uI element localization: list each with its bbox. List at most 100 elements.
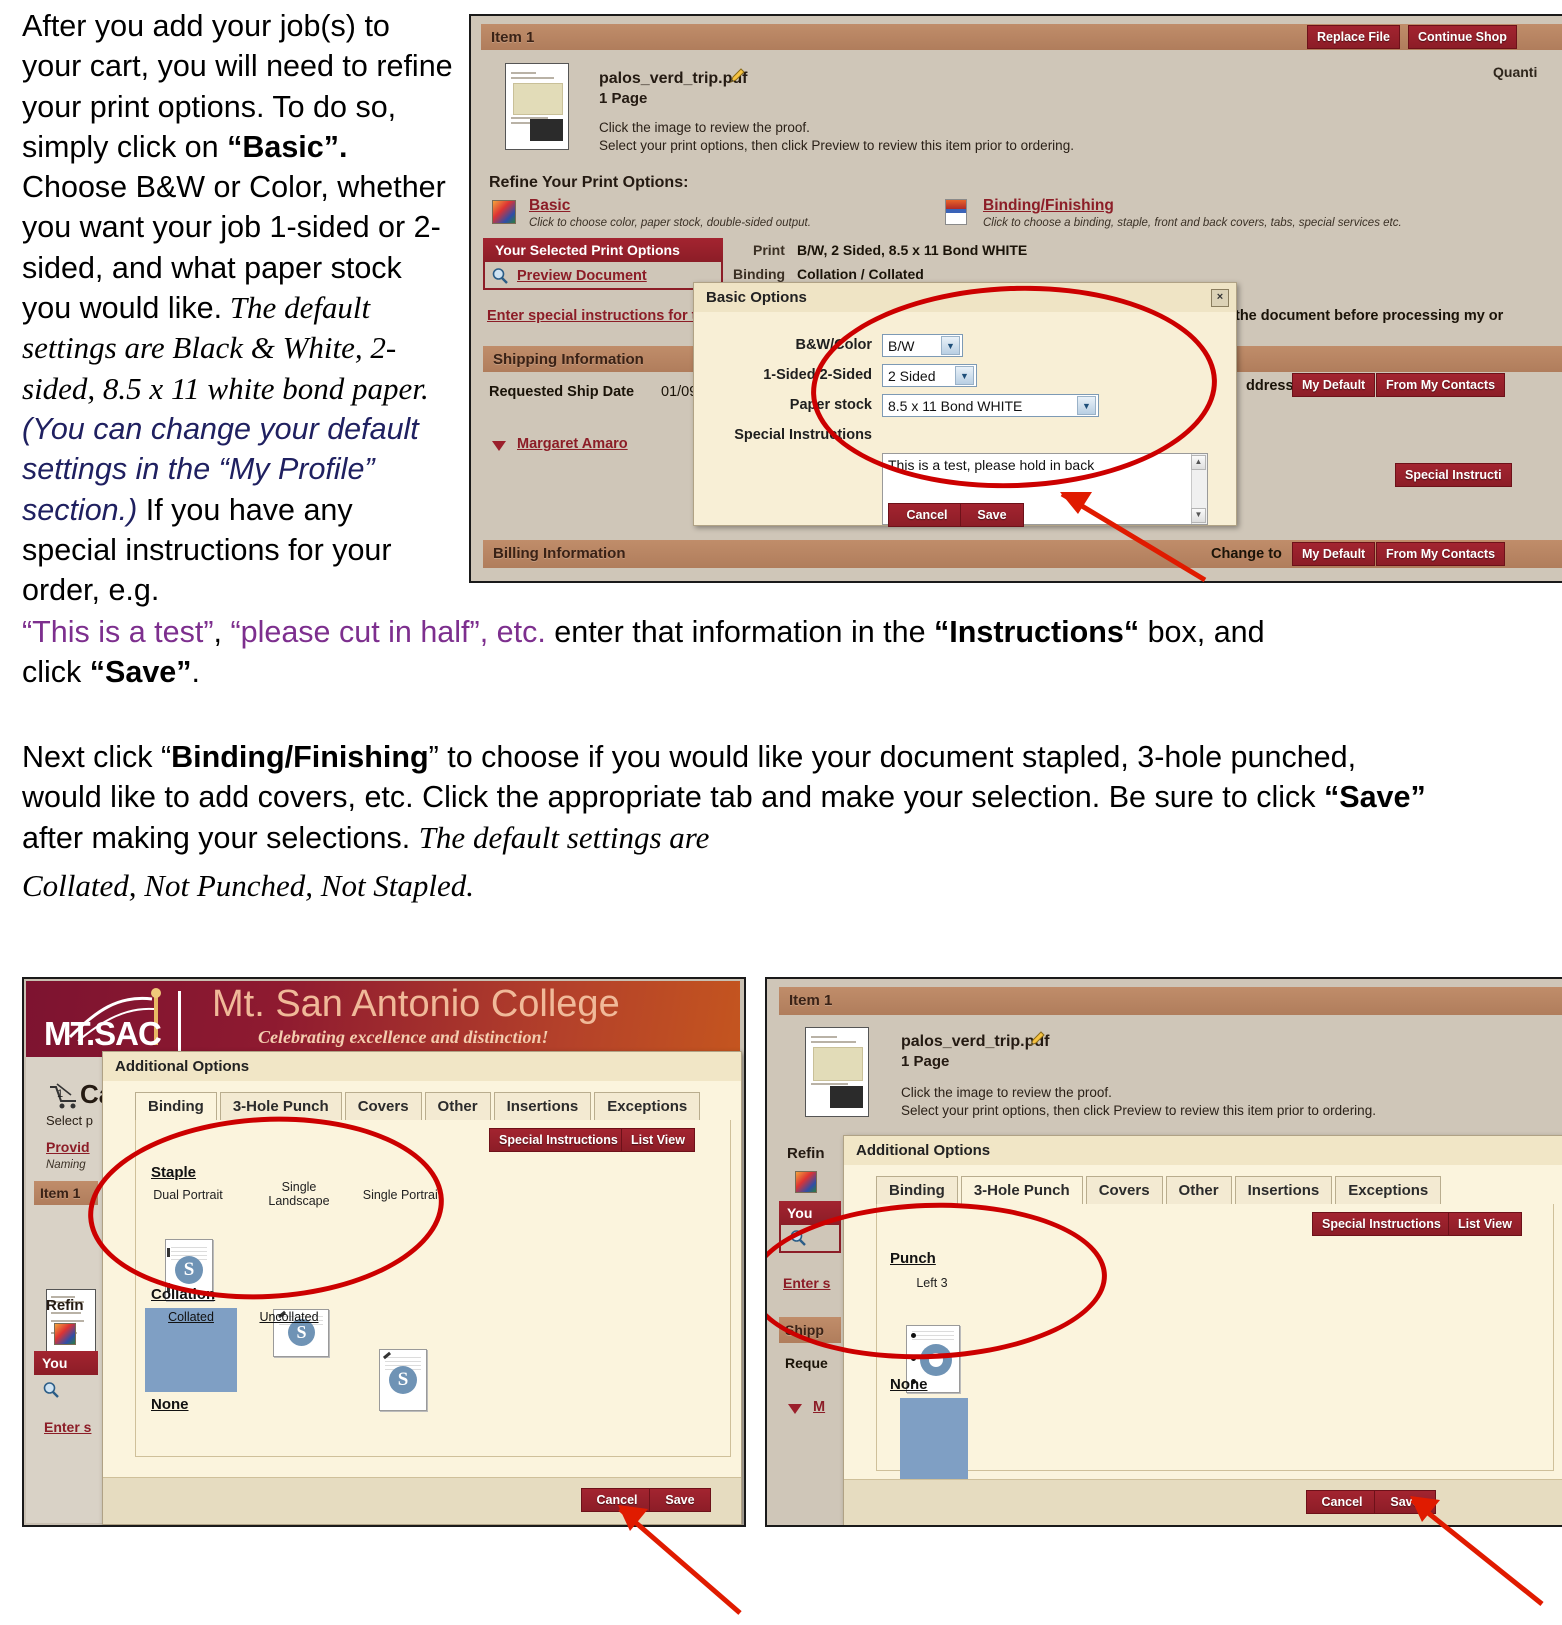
list-view-button-br[interactable]: List View <box>1448 1212 1522 1236</box>
continue-shopping-button[interactable]: Continue Shop <box>1408 25 1517 49</box>
instructions-emphasis: “Instructions“ <box>934 615 1140 649</box>
special-instructions-button-br[interactable]: Special Instructions <box>1312 1212 1451 1236</box>
requested-label-br: Reque <box>785 1355 828 1371</box>
binding-cancel-button[interactable]: Cancel <box>581 1488 653 1512</box>
tab-row-punch[interactable]: Binding 3-Hole Punch Covers Other Insert… <box>876 1176 1442 1205</box>
tab-insertions[interactable]: Insertions <box>493 1092 592 1121</box>
second-paragraph: Next click “Binding/Finishing” to choose… <box>22 737 1442 858</box>
tab-row-binding[interactable]: Binding 3-Hole Punch Covers Other Insert… <box>135 1092 701 1121</box>
basic-cancel-button[interactable]: Cancel <box>888 503 966 527</box>
bw-color-label: B&W/Color <box>795 337 872 353</box>
refine-text-br: Refin <box>787 1145 825 1162</box>
tab-insertions-br[interactable]: Insertions <box>1234 1176 1333 1205</box>
punch-save-button[interactable]: Save <box>1374 1490 1436 1514</box>
intro-line-1: After you add your job(s) <box>22 9 356 43</box>
shipping-label-br: Shipp <box>785 1322 824 1338</box>
enter-s-link-br[interactable]: Enter s <box>783 1275 830 1291</box>
basic-link[interactable]: Basic <box>529 197 570 215</box>
screenshot-binding-tab[interactable]: MT.SAC Mt. San Antonio College Celebrati… <box>22 977 746 1527</box>
none-heading-bl: None <box>151 1396 189 1413</box>
tab-exceptions-br[interactable]: Exceptions <box>1335 1176 1442 1205</box>
chevron-down-icon[interactable]: ▼ <box>955 366 974 385</box>
screenshot-punch-tab[interactable]: Item 1 palos_verd_trip.pdf 1 Page Click … <box>765 977 1562 1527</box>
sided-select[interactable]: 2 Sided ▼ <box>882 364 977 387</box>
special-instructions-label: Special Instructions <box>734 427 872 443</box>
selected-options-bar-bl: You <box>34 1351 98 1375</box>
tab-covers[interactable]: Covers <box>344 1092 422 1121</box>
tab-covers-br[interactable]: Covers <box>1085 1176 1163 1205</box>
special-instructions-link[interactable]: Enter special instructions for th <box>487 308 705 324</box>
doc-before-text: the document before processing my or <box>1235 308 1504 324</box>
staple-icon-single-portrait[interactable]: S <box>379 1349 427 1411</box>
college-name: Mt. San Antonio College <box>212 983 620 1025</box>
additional-options-title-bar-bl: Additional Options <box>103 1052 741 1081</box>
basic-options-title: Basic Options <box>706 289 807 306</box>
selected-options-header-bar: Your Selected Print Options <box>483 238 723 262</box>
punch-cancel-button[interactable]: Cancel <box>1306 1490 1378 1514</box>
basic-icon-br <box>795 1171 817 1193</box>
you-label-br: You <box>787 1205 813 1221</box>
contact-initial-br[interactable]: M <box>813 1399 825 1415</box>
basic-options-dialog[interactable]: Basic Options × B&W/Color B/W ▼ 1-Sided/… <box>693 282 1237 527</box>
chevron-down-icon[interactable]: ▼ <box>941 336 960 355</box>
billing-header-label: Billing Information <box>493 545 626 562</box>
staple-option-label-1: Single Landscape <box>268 1180 330 1208</box>
bw-color-value: B/W <box>888 337 915 354</box>
none-option-selected-br[interactable] <box>900 1398 968 1492</box>
special-instructions-button-bl[interactable]: Special Instructions <box>489 1128 628 1152</box>
additional-options-dialog-binding[interactable]: Additional Options Binding 3-Hole Punch … <box>102 1051 742 1525</box>
pdf-thumbnail[interactable] <box>505 63 569 150</box>
billing-my-default-button[interactable]: My Default <box>1292 542 1376 566</box>
proof-line-2-br: Select your print options, then click Pr… <box>901 1103 1376 1118</box>
address-label: ddress <box>1246 378 1294 394</box>
tab-binding-br[interactable]: Binding <box>876 1176 958 1205</box>
para2-a: Next click “ <box>22 740 172 774</box>
binding-finishing-link[interactable]: Binding/Finishing <box>983 197 1114 215</box>
tab-other[interactable]: Other <box>424 1092 491 1121</box>
enter-s-link-bl[interactable]: Enter s <box>44 1419 91 1435</box>
staple-option-label-2: Single Portrait <box>362 1188 442 1202</box>
collation-label-collated: Collated <box>168 1310 214 1324</box>
screenshot-top-print-options[interactable]: Item 1 Replace File Continue Shop Quanti… <box>469 14 1562 583</box>
item-header-bar-bl: Item 1 <box>34 1181 98 1205</box>
replace-file-button[interactable]: Replace File <box>1307 25 1400 49</box>
basic-description: Click to choose color, paper stock, doub… <box>529 217 811 229</box>
scroll-up-icon[interactable]: ▲ <box>1191 455 1206 470</box>
basic-save-button[interactable]: Save <box>960 503 1024 527</box>
para2-save-emphasis: “Save” <box>1323 780 1426 815</box>
basic-options-dialog-title-bar: Basic Options <box>694 283 1236 312</box>
item-header-bar-br: Item 1 <box>779 987 1562 1015</box>
close-icon[interactable]: × <box>1211 289 1229 307</box>
preview-document-link[interactable]: Preview Document <box>517 268 647 284</box>
shipping-special-instructions-button[interactable]: Special Instructi <box>1395 463 1512 487</box>
tab-content-punch <box>876 1204 1554 1471</box>
bw-color-select[interactable]: B/W ▼ <box>882 334 963 357</box>
list-view-button-bl[interactable]: List View <box>621 1128 695 1152</box>
expand-triangle-icon-br[interactable] <box>787 1403 803 1415</box>
preview-row-br[interactable] <box>779 1225 841 1253</box>
binding-finishing-emphasis: Binding/Finishing <box>171 740 429 774</box>
billing-from-my-contacts-button[interactable]: From My Contacts <box>1376 542 1506 566</box>
chevron-down-icon[interactable]: ▼ <box>1077 396 1096 415</box>
address-from-my-contacts-button[interactable]: From My Contacts <box>1376 373 1506 397</box>
tab-exceptions[interactable]: Exceptions <box>594 1092 701 1121</box>
tab-3-hole-punch[interactable]: 3-Hole Punch <box>219 1092 342 1121</box>
additional-options-dialog-punch[interactable]: Additional Options Binding 3-Hole Punch … <box>843 1135 1562 1525</box>
print-value: B/W, 2 Sided, 8.5 x 11 Bond WHITE <box>797 242 1028 258</box>
pdf-thumbnail-br[interactable] <box>805 1027 869 1117</box>
paper-stock-select[interactable]: 8.5 x 11 Bond WHITE ▼ <box>882 394 1099 417</box>
tab-3-hole-punch-br[interactable]: 3-Hole Punch <box>960 1176 1083 1205</box>
logo-divider <box>178 991 181 1053</box>
item-header-label-br: Item 1 <box>789 992 833 1009</box>
scroll-down-icon[interactable]: ▼ <box>1191 508 1206 523</box>
wrap-tail-1: enter that information in the <box>545 615 935 649</box>
intro-continuation: “This is a test”, “please cut in half”, … <box>22 612 1322 693</box>
tab-other-br[interactable]: Other <box>1165 1176 1232 1205</box>
binding-save-button[interactable]: Save <box>649 1488 711 1512</box>
contact-name-link[interactable]: Margaret Amaro <box>517 436 628 452</box>
address-my-default-button[interactable]: My Default <box>1292 373 1376 397</box>
provide-link[interactable]: Provid <box>46 1139 90 1155</box>
mtsac-logo-text: MT.SAC <box>44 1015 162 1052</box>
tab-binding[interactable]: Binding <box>135 1092 217 1121</box>
proof-line-1-br: Click the image to review the proof. <box>901 1085 1112 1100</box>
